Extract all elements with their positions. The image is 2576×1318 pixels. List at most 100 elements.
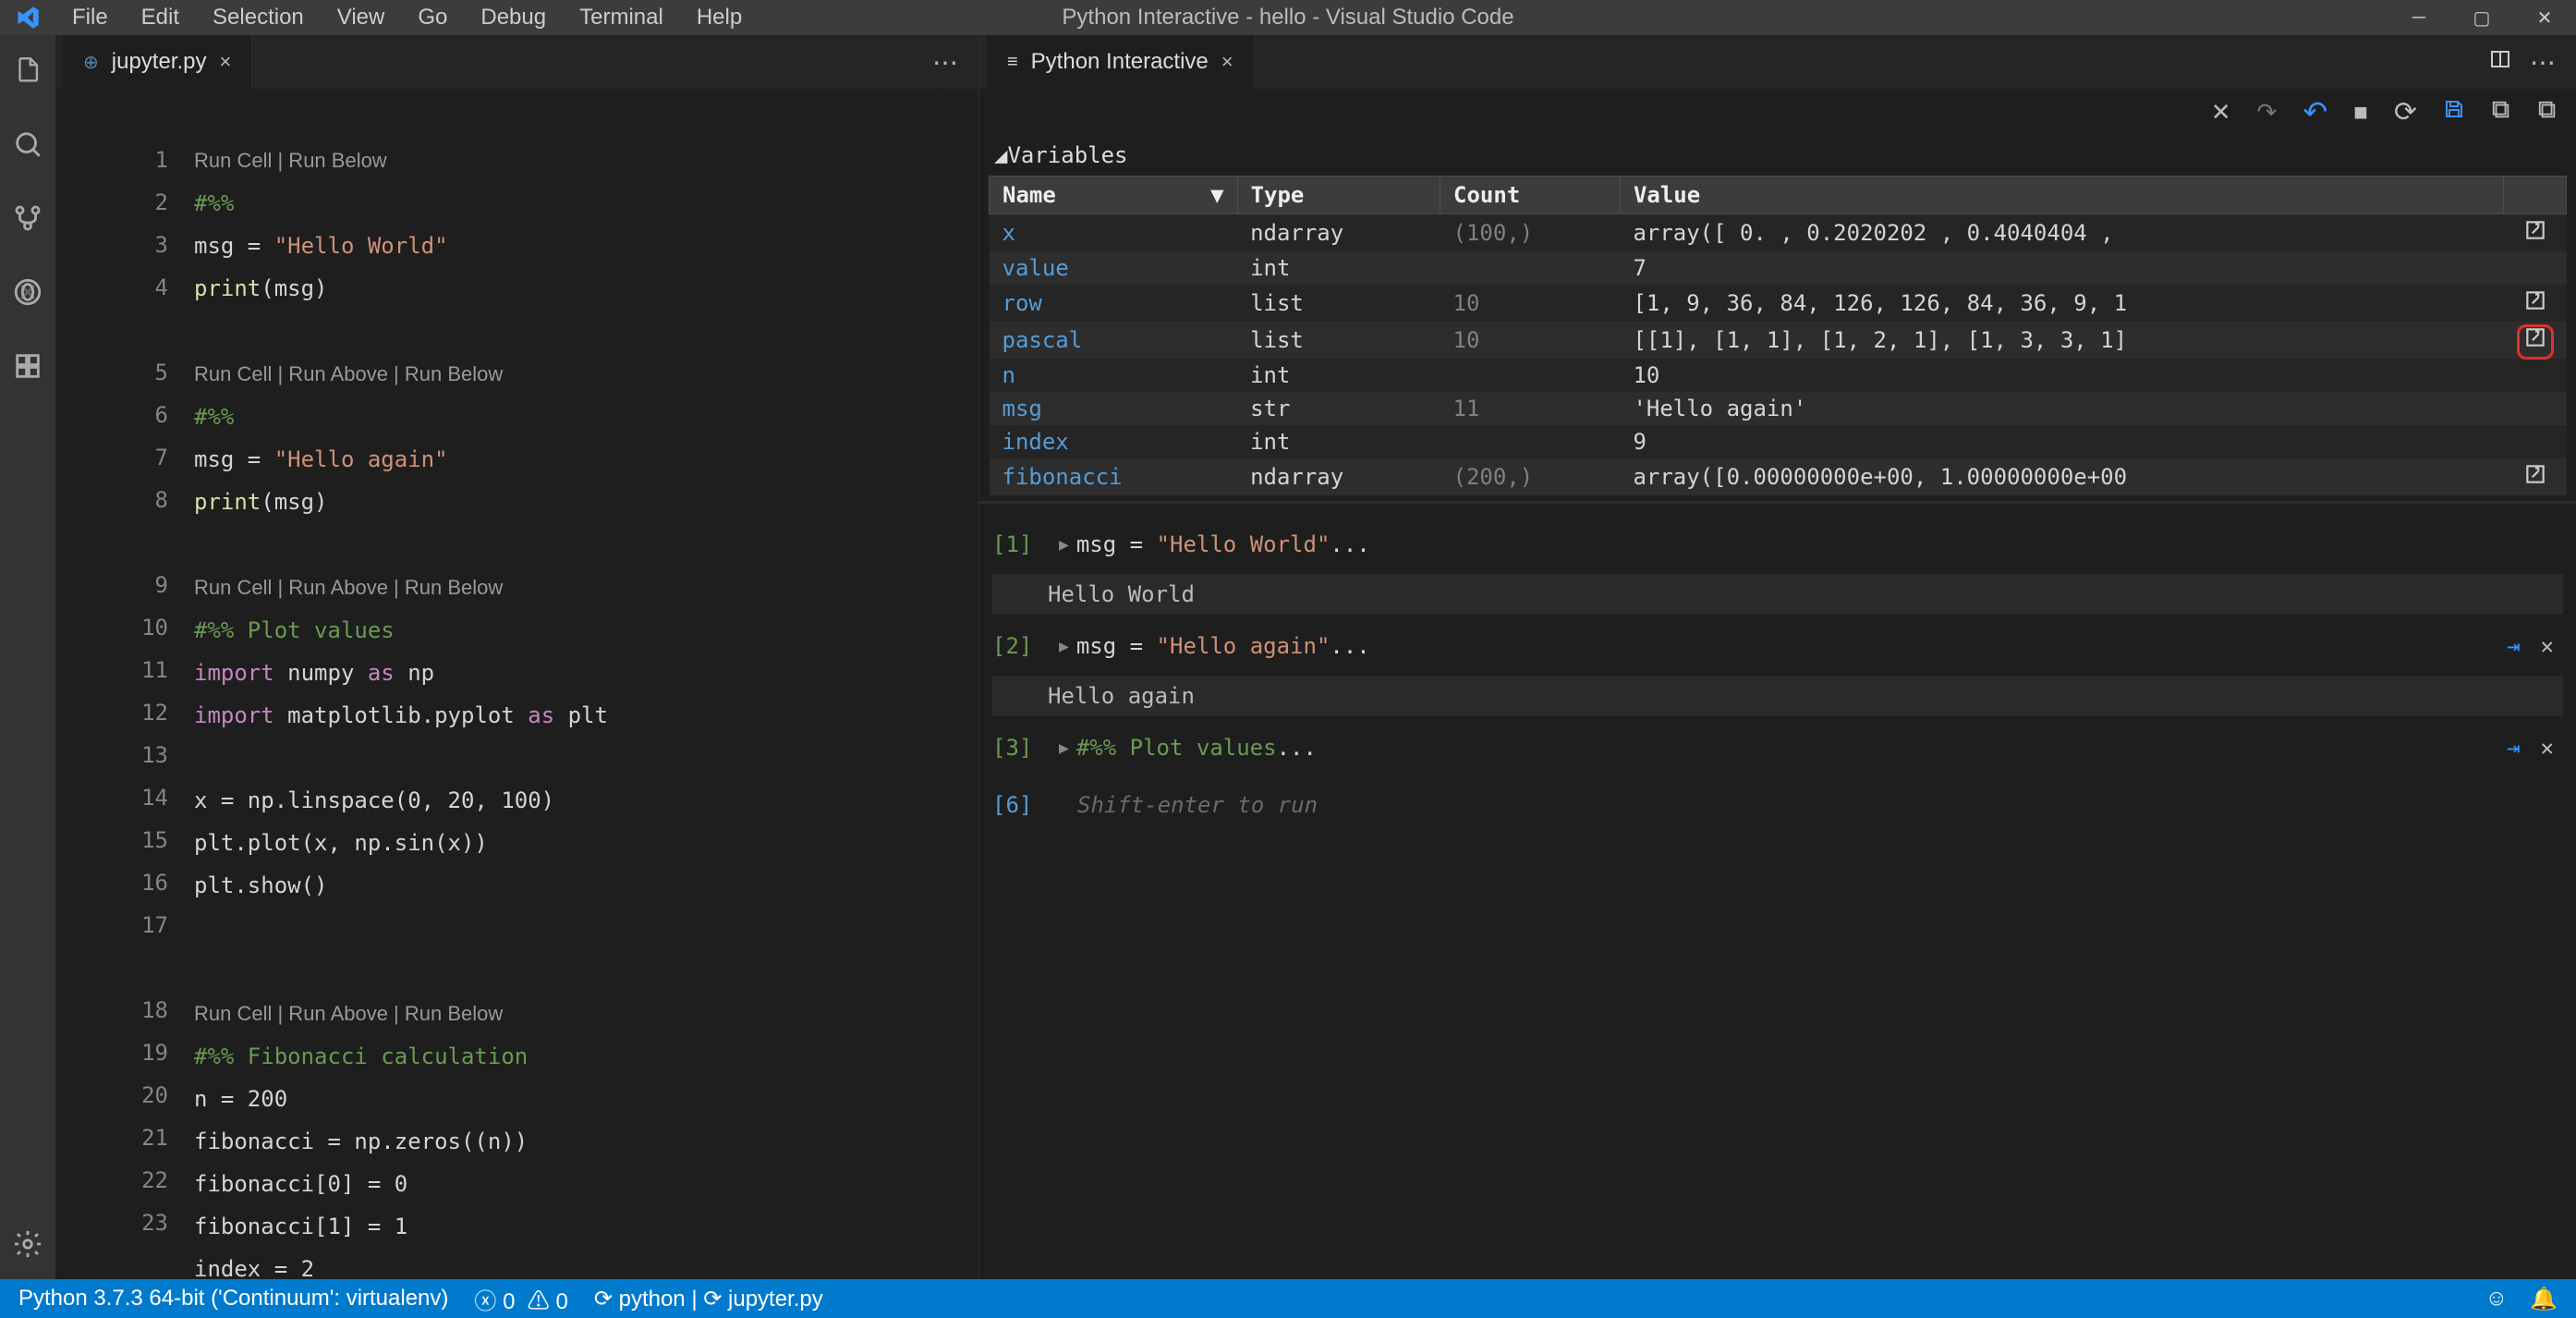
variable-row[interactable]: pascallist10[[1], [1, 1], [1, 2, 1], [1,… [990,322,2567,359]
var-value: array([ 0. , 0.2020202 , 0.4040404 , [1620,214,2503,252]
close-button[interactable]: ✕ [2513,0,2576,35]
col-type[interactable]: Type [1237,177,1440,214]
interactive-pane: ≡ Python Interactive × ⋯ ✕ ↷ ↶ ■ ⟳ ◢Vari… [979,35,2576,1279]
save-icon[interactable] [2443,98,2465,127]
explorer-icon[interactable] [11,54,44,87]
show-variable-in-data-viewer-icon[interactable] [2517,324,2554,360]
variables-header[interactable]: ◢Variables [989,135,2567,176]
editor-body[interactable]: 1234 5678 9101112 1314151617 18192021222… [55,89,978,1279]
tab-label: jupyter.py [112,49,207,75]
expand-all-icon[interactable] [2491,98,2511,127]
undo-icon[interactable]: ↶ [2303,94,2327,129]
cell-prompt: [1] [992,531,1059,557]
code-line: print(msg) [194,489,328,515]
goto-code-icon[interactable]: ⇥ [2507,735,2520,761]
settings-gear-icon[interactable] [11,1227,44,1261]
close-tab-icon[interactable]: × [220,50,232,74]
debug-icon[interactable] [11,275,44,309]
statusbar: Python 3.7.3 64-bit ('Continuum': virtua… [0,1279,2576,1318]
code-line: n = 200 [194,1086,287,1112]
var-name: fibonacci [990,458,1238,495]
chevron-right-icon[interactable]: ▶ [1059,637,1069,656]
split-editor-icon[interactable] [2489,47,2511,78]
codelens-run-cell[interactable]: Run Cell | Run Below [194,149,387,172]
activity-bar [0,35,55,1279]
codelens-run-cell[interactable]: Run Cell | Run Above | Run Below [194,362,503,385]
var-count [1440,425,1621,458]
minimap[interactable] [938,89,978,1279]
window-title: Python Interactive - hello - Visual Stud… [1062,5,1513,31]
menu-help[interactable]: Help [680,0,759,36]
code-content[interactable]: Run Cell | Run Below #%% msg = "Hello Wo… [194,89,938,1279]
delete-cell-icon[interactable]: ✕ [2541,633,2554,659]
cell-input-placeholder[interactable]: Shift-enter to run [1077,792,1318,818]
menu-terminal[interactable]: Terminal [563,0,680,36]
close-tab-icon[interactable]: × [1221,50,1233,74]
var-type: ndarray [1237,214,1440,252]
tab-jupyter-py[interactable]: ⊕ jupyter.py × [63,35,252,89]
var-count [1440,359,1621,392]
show-variable-in-data-viewer-icon[interactable] [2523,222,2547,248]
menu-go[interactable]: Go [401,0,464,36]
vscode-logo-icon [0,5,55,31]
status-python-interpreter[interactable]: Python 3.7.3 64-bit ('Continuum': virtua… [18,1286,448,1312]
menu-selection[interactable]: Selection [196,0,321,36]
var-count [1440,251,1621,285]
col-count[interactable]: Count [1440,177,1621,214]
var-value: [1, 9, 36, 84, 126, 126, 84, 36, 9, 1 [1620,285,2503,322]
stop-icon[interactable]: ■ [2353,98,2368,127]
var-value: 10 [1620,359,2503,392]
var-type: int [1237,425,1440,458]
cell-prompt: [3] [992,735,1059,761]
chevron-right-icon[interactable]: ▶ [1059,535,1069,555]
variable-row[interactable]: fibonaccindarray(200,)array([0.00000000e… [990,458,2567,495]
feedback-smiley-icon[interactable]: ☺ [2485,1286,2509,1312]
minimize-button[interactable]: ─ [2388,0,2450,35]
python-file-icon: ⊕ [83,51,99,74]
col-name[interactable]: Name ▼ [990,177,1238,214]
collapse-all-icon[interactable] [2537,98,2558,127]
cell-1[interactable]: [1] ▶ msg = "Hello World"... [992,531,2563,557]
show-variable-in-data-viewer-icon[interactable] [2523,292,2547,318]
variable-row[interactable]: xndarray(100,)array([ 0. , 0.2020202 , 0… [990,214,2567,252]
cell-input[interactable]: [6] Shift-enter to run [992,792,2563,818]
maximize-button[interactable]: ▢ [2450,0,2513,35]
status-problems[interactable]: ⓧ 0 ⚠ 0 [474,1283,567,1315]
cell-code: #%% Plot values... [1076,735,1317,761]
var-count: 10 [1440,285,1621,322]
cancel-icon[interactable]: ✕ [2211,98,2231,127]
variable-row[interactable]: msgstr11'Hello again' [990,392,2567,425]
menu-view[interactable]: View [321,0,402,36]
chevron-right-icon[interactable]: ▶ [1059,738,1069,758]
tab-python-interactive[interactable]: ≡ Python Interactive × [987,35,1255,89]
variable-row[interactable]: indexint9 [990,425,2567,458]
redo-icon[interactable]: ↷ [2257,98,2278,127]
code-line: plt.show() [194,873,328,898]
menu-file[interactable]: File [55,0,125,36]
cell-code: msg = "Hello World"... [1076,531,1370,557]
search-icon[interactable] [11,128,44,161]
variable-row[interactable]: valueint7 [990,251,2567,285]
menu-debug[interactable]: Debug [464,0,563,36]
show-variable-in-data-viewer-icon[interactable] [2523,466,2547,492]
menu-edit[interactable]: Edit [125,0,196,36]
variable-row[interactable]: rowlist10[1, 9, 36, 84, 126, 126, 84, 36… [990,285,2567,322]
col-value[interactable]: Value [1620,177,2503,214]
extensions-icon[interactable] [11,349,44,383]
variable-row[interactable]: nint10 [990,359,2567,392]
codelens-run-cell[interactable]: Run Cell | Run Above | Run Below [194,576,503,599]
notifications-bell-icon[interactable]: 🔔 [2530,1286,2558,1312]
cell-output: Hello again [992,676,2563,716]
more-actions-icon[interactable]: ⋯ [2530,47,2556,78]
more-actions-icon[interactable]: ⋯ [932,47,958,78]
cell-3[interactable]: [3] ▶ #%% Plot values... ⇥ ✕ [992,735,2563,761]
codelens-run-cell[interactable]: Run Cell | Run Above | Run Below [194,1002,503,1025]
code-line: x = np.linspace(0, 20, 100) [194,787,554,813]
cell-output: Hello World [992,574,2563,615]
status-kernel[interactable]: ⟳ python | ⟳ jupyter.py [594,1286,823,1312]
delete-cell-icon[interactable]: ✕ [2541,735,2554,761]
source-control-icon[interactable] [11,201,44,235]
restart-icon[interactable]: ⟳ [2394,96,2417,128]
goto-code-icon[interactable]: ⇥ [2507,633,2520,659]
cell-2[interactable]: [2] ▶ msg = "Hello again"... ⇥ ✕ [992,633,2563,659]
